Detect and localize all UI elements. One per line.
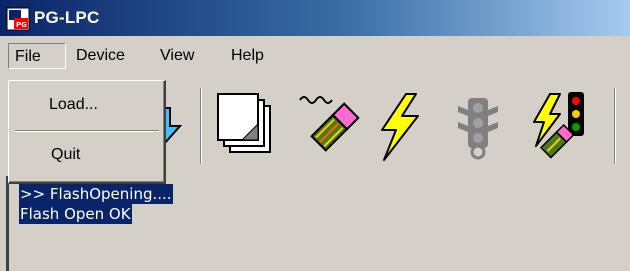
window-title: PG-LPC [34,8,100,27]
menu-separator [15,130,159,132]
menu-help[interactable]: Help [225,43,270,69]
verify-button[interactable] [438,86,518,166]
menu-file[interactable]: File [8,43,66,69]
traffic-light-disabled-icon [458,98,498,160]
app-window: PG PG-LPC File Device View Help >> Flash… [0,0,630,271]
toolbar-separator [614,88,616,164]
file-dropdown-menu: Load... Quit [8,80,166,184]
menu-help-label: Help [231,47,264,64]
menu-device-label: Device [76,47,125,64]
log-line: Flash Open OK [19,204,132,224]
menu-device[interactable]: Device [70,43,131,69]
lightning-traffic-light-icon [533,92,584,159]
menu-bar: File Device View Help [0,36,630,76]
erase-button[interactable] [290,86,370,166]
menu-view[interactable]: View [154,43,200,69]
log-line: >> FlashOpening.... [19,184,173,204]
menu-item-load[interactable]: Load... [9,91,163,119]
output-log[interactable]: >> FlashOpening.... Flash Open OK [6,176,630,271]
auto-program-button[interactable] [522,86,602,166]
blank-check-button[interactable] [208,86,288,166]
lightning-program-icon [381,93,419,161]
menu-view-label: View [160,47,195,64]
toolbar-separator [200,88,202,164]
blank-pages-icon [217,93,271,153]
menu-item-quit-label: Quit [51,146,81,163]
app-icon: PG [6,7,30,31]
erase-chip-icon [299,96,360,152]
menu-item-load-label: Load... [49,96,98,113]
svg-text:PG: PG [16,21,27,29]
program-button[interactable] [360,86,440,166]
title-bar[interactable]: PG PG-LPC [0,0,630,36]
menu-item-quit[interactable]: Quit [9,141,163,169]
menu-file-label: File [15,48,41,65]
